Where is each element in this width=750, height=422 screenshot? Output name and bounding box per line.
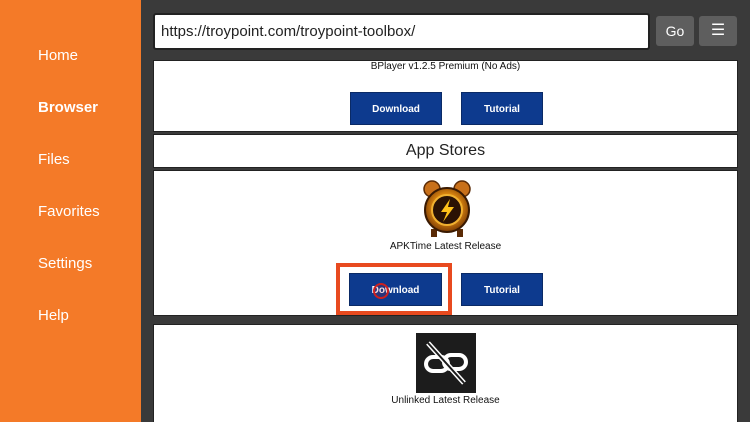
unlinked-caption: Unlinked Latest Release [391,395,500,406]
menu-button[interactable]: ☰ [699,16,737,46]
section-title-app-stores: App Stores [153,134,738,168]
unlinked-card: Unlinked Latest Release [153,324,738,422]
bplayer-download-button[interactable]: Download [350,92,442,125]
apktime-tutorial-button[interactable]: Tutorial [461,273,543,306]
apktime-caption: APKTime Latest Release [389,241,502,252]
bplayer-card: BPlayer v1.2.5 Premium (No Ads) Download… [153,60,738,132]
sidebar-item-favorites[interactable]: Favorites [38,203,100,220]
go-button[interactable]: Go [656,16,694,46]
sidebar-item-help[interactable]: Help [38,307,69,324]
sidebar: Home Browser Files Favorites Settings He… [0,0,141,422]
url-input[interactable]: https://troypoint.com/troypoint-toolbox/ [153,13,650,50]
address-bar: https://troypoint.com/troypoint-toolbox/… [141,0,750,60]
sidebar-item-home[interactable]: Home [38,47,78,64]
cursor-icon [373,283,389,299]
sidebar-item-settings[interactable]: Settings [38,255,92,272]
sidebar-item-files[interactable]: Files [38,151,70,168]
sidebar-item-browser[interactable]: Browser [38,99,98,116]
apktime-clock-icon [419,177,475,239]
bplayer-caption: BPlayer v1.2.5 Premium (No Ads) [370,61,521,72]
web-content: BPlayer v1.2.5 Premium (No Ads) Download… [153,60,738,422]
bplayer-tutorial-button[interactable]: Tutorial [461,92,543,125]
download-highlight-box [336,263,452,315]
unlinked-broken-link-icon [416,333,476,393]
